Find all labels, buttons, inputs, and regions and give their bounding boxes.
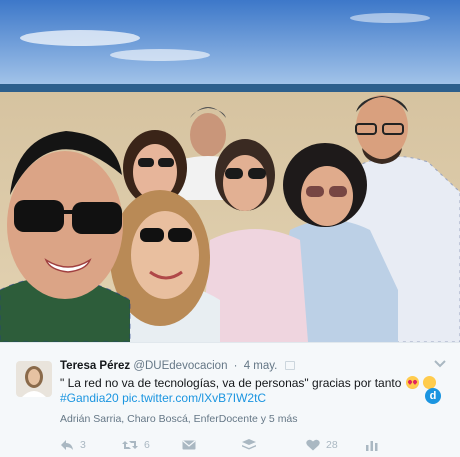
direct-message-button[interactable] <box>182 437 196 453</box>
analytics-icon <box>366 441 378 451</box>
author-handle[interactable]: @DUEdevocacion <box>133 360 227 372</box>
retweet-icon <box>122 441 138 449</box>
envelope-icon <box>182 440 196 450</box>
tweet-card[interactable]: Teresa Pérez @DUEdevocacion · 4 may. " L… <box>0 342 460 457</box>
layers-icon <box>242 439 256 450</box>
tagged-users[interactable]: Adrián Sarria, Charo Boscá, EnferDocente… <box>60 413 298 425</box>
tweet-date[interactable]: 4 may. <box>244 360 278 372</box>
dsite-icon[interactable]: d <box>425 388 441 404</box>
reply-count: 3 <box>80 439 86 451</box>
pic-link[interactable]: pic.twitter.com/lXvB7IW2tC <box>122 391 266 405</box>
hashtag-link[interactable]: #Gandia20 <box>60 391 119 405</box>
retweet-button[interactable]: 6 <box>122 437 150 453</box>
tweet-actions: 3 6 28 <box>60 437 390 453</box>
hugging-emoji-icon <box>423 376 437 389</box>
like-button[interactable]: 28 <box>306 437 338 453</box>
stack-button[interactable] <box>242 437 256 453</box>
analytics-button[interactable] <box>366 437 378 453</box>
bookmark-icon <box>284 361 295 370</box>
author-avatar[interactable] <box>16 361 52 397</box>
tweet-text-line1: " La red no va de tecnologías, va de per… <box>60 376 402 390</box>
heart-icon <box>306 439 320 451</box>
tweet-text: " La red no va de tecnologías, va de per… <box>60 376 437 406</box>
header-separator: · <box>233 360 238 372</box>
retweet-count: 6 <box>144 439 150 451</box>
tweet-photo[interactable] <box>0 0 460 342</box>
heart-eyes-emoji-icon <box>405 376 419 389</box>
tweet-header: Teresa Pérez @DUEdevocacion · 4 may. <box>60 360 295 372</box>
chevron-down-icon[interactable] <box>432 358 448 370</box>
reply-button[interactable]: 3 <box>60 437 86 453</box>
like-count: 28 <box>326 439 338 451</box>
beach-selfie-image <box>0 0 460 342</box>
reply-icon <box>61 440 73 450</box>
author-name[interactable]: Teresa Pérez <box>60 360 130 372</box>
